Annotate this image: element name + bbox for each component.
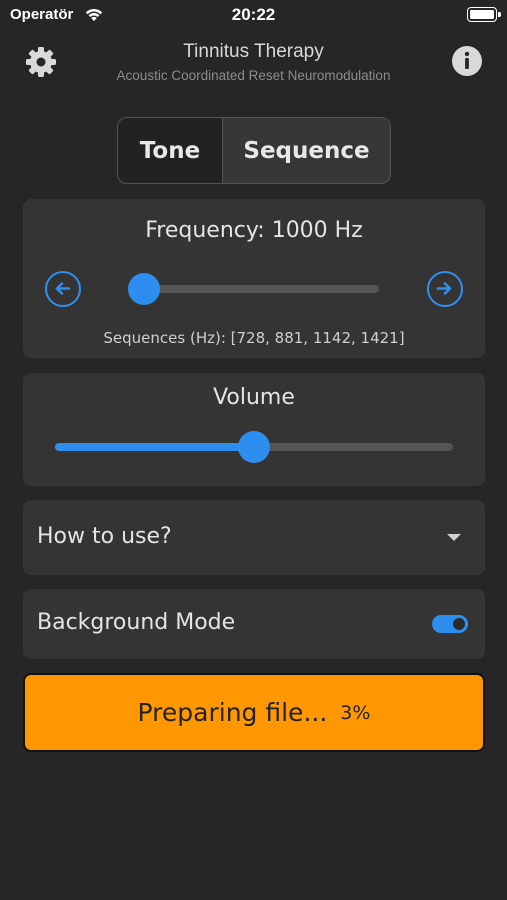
background-mode-label: Background Mode [37, 610, 236, 635]
preparing-file-percent: 3% [340, 701, 371, 724]
chevron-down-icon [447, 534, 461, 541]
decrease-frequency-button[interactable] [45, 271, 81, 307]
toggle-knob [453, 618, 465, 630]
mode-selector: Tone Sequence [117, 117, 391, 184]
increase-frequency-button[interactable] [427, 271, 463, 307]
info-icon[interactable] [451, 45, 483, 77]
preparing-file-button[interactable]: Preparing file... 3% [23, 673, 485, 752]
background-mode-toggle[interactable] [432, 615, 468, 633]
status-bar: Operatör 20:22 [0, 0, 507, 30]
app-subtitle: Acoustic Coordinated Reset Neuromodulati… [116, 68, 391, 83]
tab-sequence[interactable]: Sequence [222, 118, 390, 183]
volume-slider-thumb[interactable] [238, 431, 270, 463]
clock: 20:22 [231, 5, 276, 24]
how-to-use-dropdown[interactable]: How to use? [23, 500, 485, 575]
arrow-left-icon [55, 282, 71, 295]
frequency-card: Frequency: 1000 Hz Sequences (Hz): [728,… [23, 199, 485, 358]
arrow-right-icon [436, 282, 452, 295]
app-title: Tinnitus Therapy [183, 41, 324, 62]
frequency-slider-thumb[interactable] [128, 273, 160, 305]
volume-card: Volume [23, 373, 485, 486]
how-to-use-label: How to use? [37, 524, 172, 549]
sequences-text: Sequences (Hz): [728, 881, 1142, 1421] [103, 329, 405, 347]
volume-slider-fill [55, 443, 254, 451]
background-mode-row: Background Mode [23, 589, 485, 659]
frequency-label: Frequency: 1000 Hz [145, 218, 363, 243]
tab-tone[interactable]: Tone [118, 118, 222, 183]
preparing-file-label: Preparing file... [137, 698, 328, 727]
frequency-slider-track[interactable] [129, 285, 379, 293]
volume-label: Volume [213, 385, 295, 410]
battery-icon [467, 7, 501, 22]
